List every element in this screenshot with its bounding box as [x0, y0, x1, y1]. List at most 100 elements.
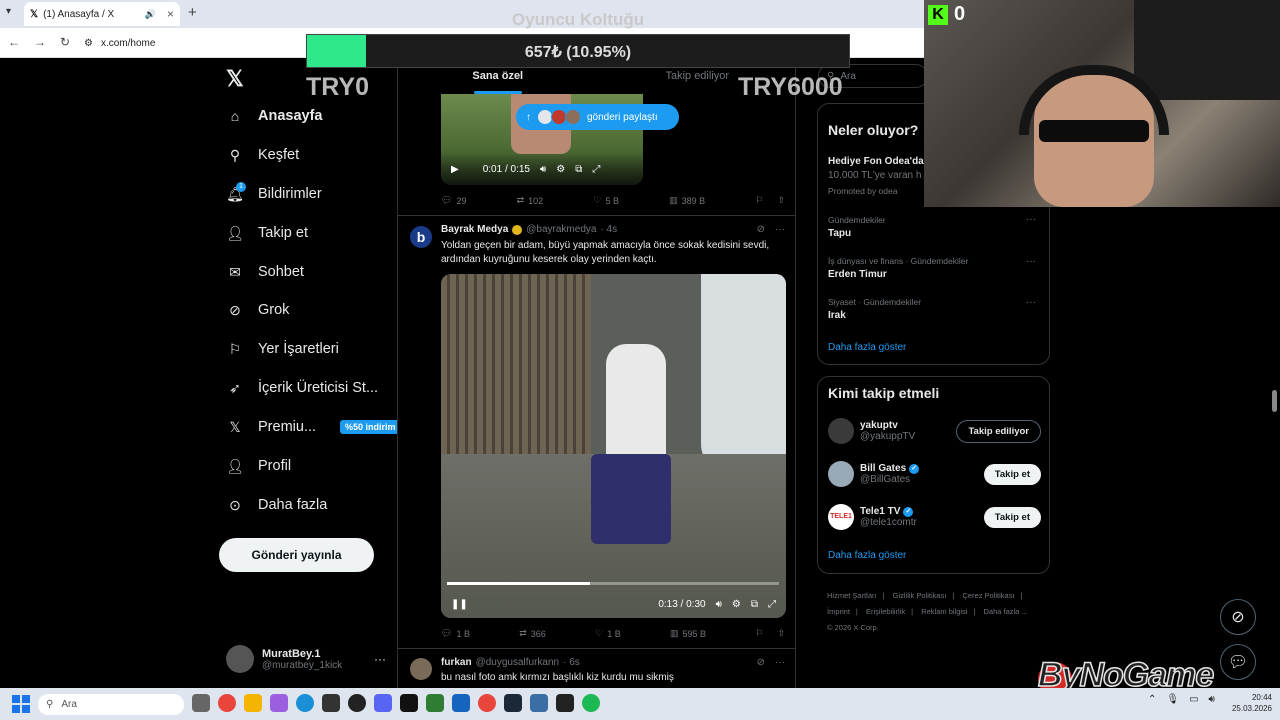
steam-icon[interactable] — [504, 694, 522, 712]
site-info-icon[interactable]: ⚙ — [84, 38, 93, 49]
app-icon[interactable] — [556, 694, 574, 712]
sidebar-item-follow[interactable]: 👤︎ Takip et — [226, 222, 308, 244]
new-tab-button[interactable]: + — [188, 4, 197, 21]
pip-icon[interactable]: ⧉ — [751, 599, 758, 610]
volume-icon[interactable]: 🔊︎ — [540, 164, 546, 175]
windows-start-icon[interactable] — [12, 695, 30, 713]
discord-icon[interactable] — [374, 694, 392, 712]
reply-button[interactable]: 💬︎ 1 B — [441, 628, 470, 639]
video-progress-bar[interactable] — [447, 582, 779, 585]
microphone-icon[interactable]: 🎙︎ — [1166, 694, 1179, 705]
footer-link[interactable]: İmprint — [827, 607, 850, 616]
views-button[interactable]: ▥ 389 B — [669, 195, 705, 206]
pause-icon[interactable]: ❚❚ — [451, 599, 468, 610]
spotify-icon[interactable] — [582, 694, 600, 712]
network-icon[interactable]: ▭ — [1189, 694, 1198, 705]
trend-name[interactable]: Irak — [828, 310, 846, 321]
app-icon[interactable] — [452, 694, 470, 712]
grok-fab[interactable]: ⊘ — [1220, 599, 1256, 635]
footer-link[interactable]: Hizmet Şartları — [827, 591, 877, 600]
show-more-link[interactable]: Daha fazla göster — [828, 342, 906, 353]
author-handle[interactable]: @bayrakmedya — [526, 224, 596, 235]
edge-icon[interactable] — [296, 694, 314, 712]
avatar[interactable]: b — [410, 226, 432, 248]
reload-icon[interactable]: ↻ — [60, 35, 70, 49]
share-icon[interactable]: ⇧ — [777, 195, 785, 206]
fullscreen-icon[interactable]: ⤢ — [592, 164, 600, 175]
task-view-icon[interactable] — [192, 694, 210, 712]
reply-button[interactable]: 💬︎ 29 — [441, 195, 466, 206]
chevron-up-icon[interactable]: ⌃ — [1148, 694, 1156, 705]
new-posts-pill[interactable]: ↑ gönderi paylaştı — [516, 104, 679, 130]
avatar[interactable] — [410, 658, 432, 680]
bookmark-button[interactable]: ⚐ ⇧ — [755, 628, 785, 639]
sidebar-item-creator-studio[interactable]: ➶ İçerik Üreticisi St... — [226, 377, 378, 399]
speaker-icon[interactable]: 🔊 — [145, 9, 156, 20]
file-explorer-icon[interactable] — [244, 694, 262, 712]
follow-suggestion[interactable]: Bill Gates ✓ @BillGates Takip et — [828, 459, 1041, 489]
footer-link[interactable]: Reklam bilgisi — [921, 607, 967, 616]
play-icon[interactable]: ▶ — [451, 164, 459, 175]
sidebar-item-bookmarks[interactable]: ⚐ Yer İşaretleri — [226, 338, 339, 360]
settings-icon[interactable]: ⚙ — [556, 164, 565, 175]
fullscreen-icon[interactable]: ⤢ — [768, 599, 776, 610]
views-button[interactable]: ▥ 595 B — [670, 628, 706, 639]
sidebar-item-premium[interactable]: 𝕏 Premiu... %50 indirim — [226, 416, 401, 438]
footer-link[interactable]: Daha fazla ... — [984, 607, 1028, 616]
browser-tab[interactable]: 𝕏 (1) Anasayfa / X 🔊 × — [24, 2, 180, 26]
more-icon[interactable]: ··· — [1026, 256, 1036, 267]
follow-suggestion[interactable]: TELE1 Tele1 TV ✓ @tele1comtr Takip et — [828, 502, 1041, 532]
post-button[interactable]: Gönderi yayınla — [219, 538, 374, 572]
pip-icon[interactable]: ⧉ — [575, 164, 582, 175]
bookmark-button[interactable]: ⚐ ⇧ — [755, 195, 785, 206]
sidebar-item-chat[interactable]: ✉ Sohbet — [226, 261, 304, 283]
account-switcher[interactable]: MuratBey.1 @muratbey_1kick ··· — [226, 644, 386, 674]
capcut-icon[interactable] — [400, 694, 418, 712]
footer-link[interactable]: Erişilebilirlik — [866, 607, 905, 616]
follow-suggestion[interactable]: yakuptv @yakuppTV Takip ediliyor — [828, 416, 1041, 446]
more-icon[interactable]: ··· — [1026, 297, 1036, 308]
store-icon[interactable] — [322, 694, 340, 712]
video-player[interactable]: ❚❚ 0:13 / 0:30 🔊︎ ⚙ ⧉ ⤢ — [441, 274, 786, 618]
sidebar-item-home[interactable]: ⌂ Anasayfa — [226, 105, 323, 127]
trend-name[interactable]: Hediye Fon Odea'da — [828, 156, 924, 167]
author-name[interactable]: Bayrak Medya — [441, 224, 508, 235]
copilot-icon[interactable] — [270, 694, 288, 712]
taskbar-search[interactable]: ⚲ Ara — [38, 694, 184, 715]
follow-button[interactable]: Takip et — [983, 506, 1041, 528]
app-icon[interactable] — [530, 694, 548, 712]
clock[interactable]: 20:44 25.03.2026 — [1228, 692, 1272, 714]
author-handle[interactable]: @duygusalfurkann — [476, 657, 560, 668]
repost-button[interactable]: ⇄ 366 — [519, 628, 546, 639]
settings-icon[interactable]: ⚙ — [732, 599, 741, 610]
x-logo[interactable]: 𝕏 — [226, 66, 244, 92]
share-icon[interactable]: ⇧ — [777, 628, 785, 639]
more-icon[interactable]: ··· — [1026, 214, 1036, 225]
back-icon[interactable]: ← — [8, 35, 20, 49]
chrome-icon[interactable] — [478, 694, 496, 712]
sidebar-item-explore[interactable]: ⚲ Keşfet — [226, 144, 299, 166]
trend-name[interactable]: Tapu — [828, 228, 851, 239]
sidebar-item-more[interactable]: ⊙ Daha fazla — [226, 494, 327, 516]
minecraft-icon[interactable] — [426, 694, 444, 712]
close-tab-icon[interactable]: × — [167, 7, 174, 21]
author-name[interactable]: furkan — [441, 657, 472, 668]
sidebar-item-grok[interactable]: ⊘ Grok — [226, 299, 289, 321]
more-icon[interactable]: ··· — [775, 224, 785, 235]
chat-fab[interactable]: 💬︎ — [1220, 644, 1256, 680]
like-button[interactable]: ♡ 1 B — [595, 628, 621, 639]
sidebar-item-profile[interactable]: 👤︎ Profil — [226, 455, 291, 477]
grok-icon[interactable]: ⊘ — [757, 224, 765, 235]
show-more-link[interactable]: Daha fazla göster — [828, 550, 906, 561]
follow-button[interactable]: Takip et — [983, 463, 1041, 485]
like-button[interactable]: ♡ 5 B — [593, 195, 619, 206]
forward-icon[interactable]: → — [34, 35, 46, 49]
grok-icon[interactable]: ⊘ — [757, 657, 765, 668]
chrome-icon[interactable] — [218, 694, 236, 712]
trend-name[interactable]: Erden Timur — [828, 269, 887, 280]
volume-icon[interactable]: 🔊︎ — [716, 599, 722, 610]
footer-link[interactable]: Çerez Politikası — [962, 591, 1014, 600]
scrollbar-thumb[interactable] — [1272, 390, 1277, 412]
tab-search-icon[interactable]: ▾ — [6, 6, 11, 17]
obs-icon[interactable] — [348, 694, 366, 712]
